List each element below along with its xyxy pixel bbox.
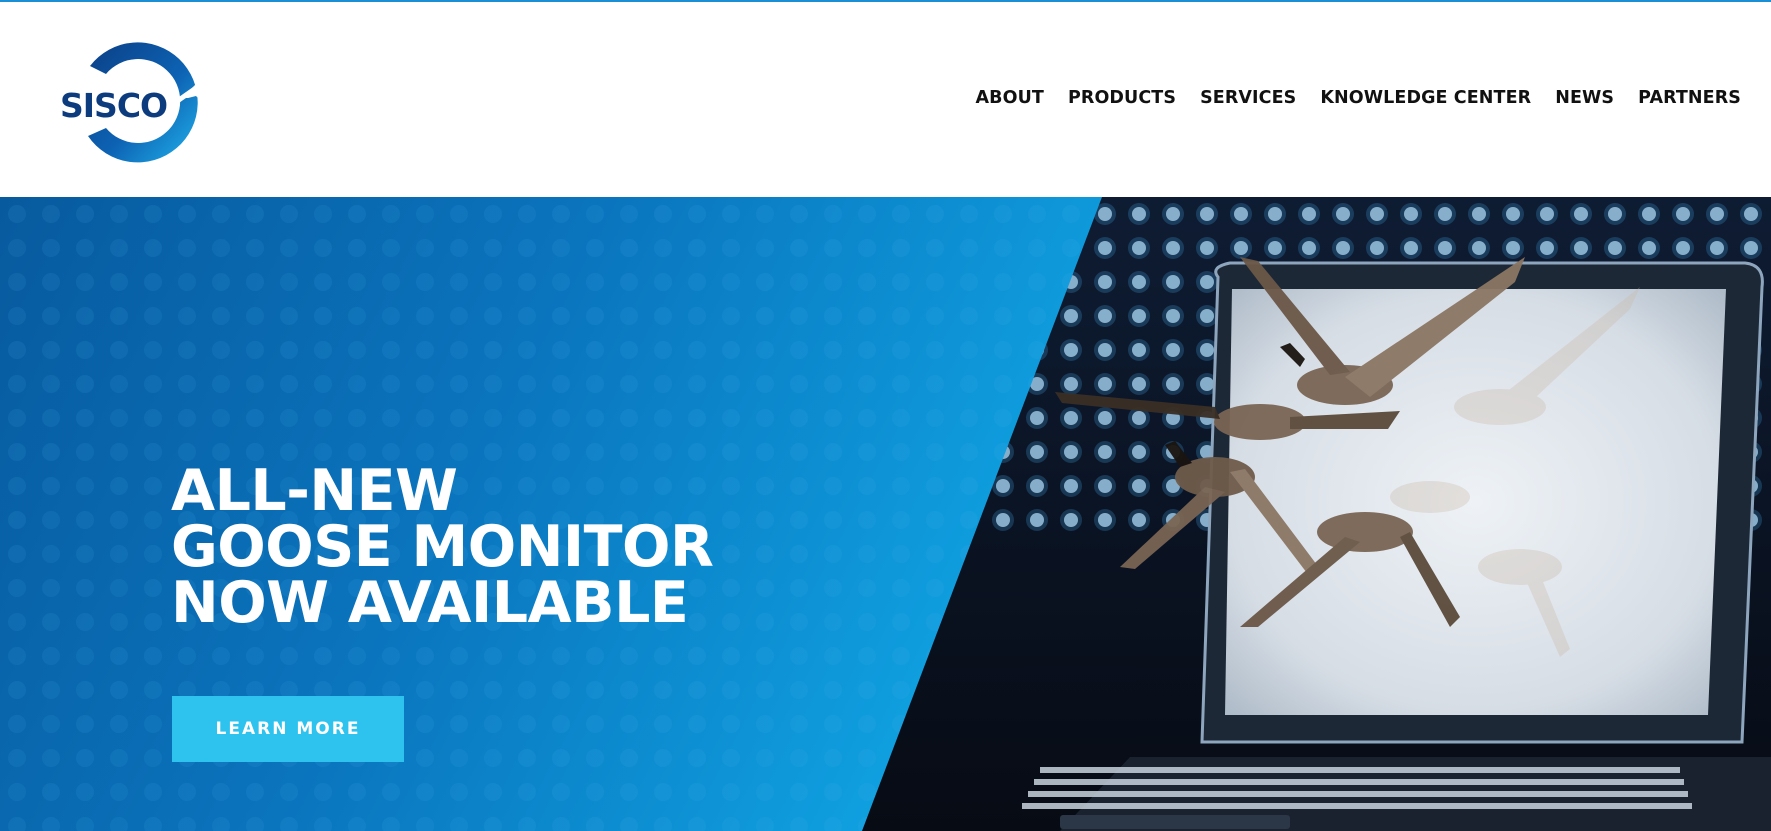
learn-more-button[interactable]: LEARN MORE: [172, 696, 404, 762]
nav-item-about[interactable]: ABOUT: [964, 86, 1056, 110]
nav-item-news[interactable]: NEWS: [1543, 86, 1626, 110]
sisco-logo[interactable]: SISCO: [58, 36, 212, 166]
nav-item-partners[interactable]: PARTNERS: [1626, 86, 1753, 110]
site-header: SISCO ABOUT PRODUCTS SERVICES KNOWLEDGE …: [0, 2, 1771, 197]
nav-item-knowledge-center[interactable]: KNOWLEDGE CENTER: [1308, 86, 1543, 110]
page: SISCO ABOUT PRODUCTS SERVICES KNOWLEDGE …: [0, 0, 1771, 831]
hero-headline-line-1: ALL-NEW: [171, 458, 458, 524]
nav-item-products[interactable]: PRODUCTS: [1056, 86, 1188, 110]
hero-headline-line-2: GOOSE MONITOR: [171, 514, 714, 580]
logo-text: SISCO: [60, 86, 167, 125]
main-nav: ABOUT PRODUCTS SERVICES KNOWLEDGE CENTER…: [964, 86, 1753, 110]
hero-banner: ALL-NEW GOOSE MONITOR NOW AVAILABLE LEAR…: [0, 197, 1771, 831]
hero-headline: ALL-NEW GOOSE MONITOR NOW AVAILABLE: [171, 458, 714, 636]
sisco-logo-icon: SISCO: [60, 42, 212, 163]
nav-item-services[interactable]: SERVICES: [1188, 86, 1308, 110]
hero-headline-line-3: NOW AVAILABLE: [171, 570, 689, 636]
